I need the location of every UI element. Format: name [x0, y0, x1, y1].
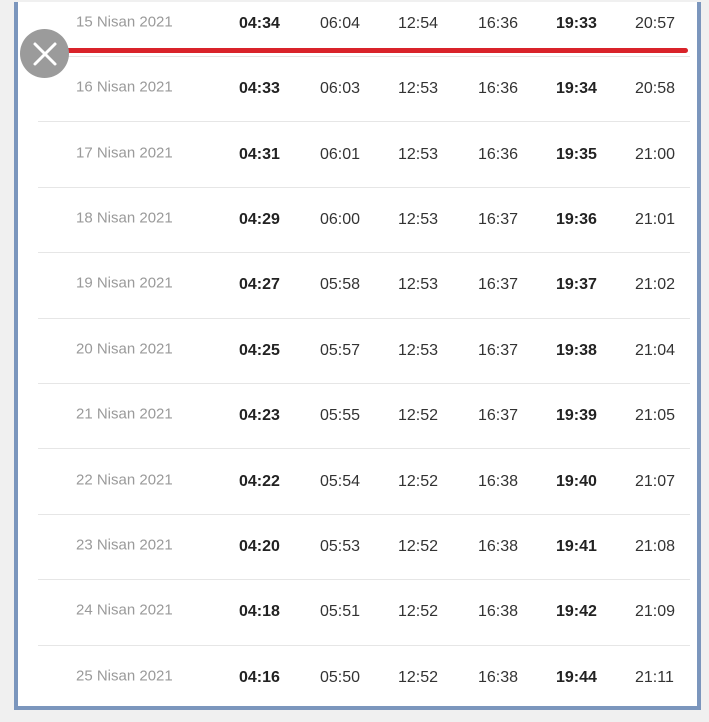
noon-time: 12:53: [398, 145, 439, 163]
noon-time: 12:52: [398, 472, 439, 490]
sunrise-time: 06:03: [320, 80, 361, 98]
afternoon-time: 16:37: [478, 276, 519, 294]
date-cell: 15 Nisan 2021: [76, 13, 173, 31]
imsak-time: 04:27: [239, 276, 280, 294]
prayer-times-frame: 15 Nisan 2021 04:34 06:04 12:54 16:36 19…: [14, 2, 701, 710]
night-time: 20:58: [635, 80, 676, 98]
imsak-time: 04:29: [239, 210, 280, 228]
evening-time: 19:42: [556, 603, 597, 621]
evening-time: 19:44: [556, 669, 597, 687]
afternoon-time: 16:38: [478, 472, 519, 490]
close-icon: [33, 42, 56, 65]
date-cell: 20 Nisan 2021: [76, 340, 173, 358]
sunrise-time: 06:01: [320, 145, 361, 163]
noon-time: 12:54: [398, 15, 439, 32]
evening-time: 19:33: [556, 15, 597, 32]
afternoon-time: 16:36: [478, 15, 519, 32]
close-button[interactable]: [20, 29, 69, 78]
sunrise-time: 05:53: [320, 537, 361, 555]
evening-time: 19:37: [556, 276, 597, 294]
imsak-time: 04:20: [239, 537, 280, 555]
sunrise-time: 06:00: [320, 210, 361, 228]
table-row: 18 Nisan 2021 04:29 06:00 12:53 16:37 19…: [38, 188, 690, 254]
sunrise-time: 05:57: [320, 341, 361, 359]
sunrise-time: 05:54: [320, 472, 361, 490]
noon-time: 12:53: [398, 341, 439, 359]
date-cell: 19 Nisan 2021: [76, 274, 173, 292]
evening-time: 19:35: [556, 145, 597, 163]
evening-time: 19:36: [556, 210, 597, 228]
date-cell: 18 Nisan 2021: [76, 209, 173, 227]
sunrise-time: 06:04: [320, 15, 361, 32]
afternoon-time: 16:37: [478, 407, 519, 425]
table-row: 24 Nisan 2021 04:18 05:51 12:52 16:38 19…: [38, 580, 690, 646]
date-cell: 24 Nisan 2021: [76, 601, 173, 619]
night-time: 21:01: [635, 210, 676, 228]
noon-time: 12:52: [398, 407, 439, 425]
sunrise-time: 05:51: [320, 603, 361, 621]
night-time: 21:09: [635, 603, 676, 621]
night-time: 21:11: [635, 669, 674, 687]
noon-time: 12:53: [398, 276, 439, 294]
afternoon-time: 16:38: [478, 603, 519, 621]
date-cell: 22 Nisan 2021: [76, 471, 173, 489]
date-cell: 16 Nisan 2021: [76, 78, 173, 96]
today-highlight-line: [50, 48, 688, 53]
table-row: 23 Nisan 2021 04:20 05:53 12:52 16:38 19…: [38, 515, 690, 581]
table-row: 22 Nisan 2021 04:22 05:54 12:52 16:38 19…: [38, 449, 690, 515]
table-row: 17 Nisan 2021 04:31 06:01 12:53 16:36 19…: [38, 122, 690, 188]
date-cell: 21 Nisan 2021: [76, 405, 173, 423]
noon-time: 12:52: [398, 669, 439, 687]
date-cell: 25 Nisan 2021: [76, 667, 173, 685]
night-time: 21:08: [635, 537, 676, 555]
table-row: 16 Nisan 2021 04:33 06:03 12:53 16:36 19…: [38, 57, 690, 123]
sunrise-time: 05:55: [320, 407, 361, 425]
imsak-time: 04:23: [239, 407, 280, 425]
imsak-time: 04:31: [239, 145, 280, 163]
evening-time: 19:41: [556, 537, 597, 555]
table-row: 20 Nisan 2021 04:25 05:57 12:53 16:37 19…: [38, 319, 690, 384]
imsak-time: 04:25: [239, 341, 280, 359]
sunrise-time: 05:50: [320, 669, 361, 687]
afternoon-time: 16:38: [478, 669, 519, 687]
table-row: 21 Nisan 2021 04:23 05:55 12:52 16:37 19…: [38, 384, 690, 450]
night-time: 21:05: [635, 407, 676, 425]
afternoon-time: 16:38: [478, 537, 519, 555]
night-time: 21:00: [635, 145, 676, 163]
date-cell: 17 Nisan 2021: [76, 144, 173, 162]
imsak-time: 04:16: [239, 669, 280, 687]
imsak-time: 04:34: [239, 15, 280, 32]
imsak-time: 04:22: [239, 472, 280, 490]
prayer-times-table: 15 Nisan 2021 04:34 06:04 12:54 16:36 19…: [38, 2, 690, 711]
night-time: 21:02: [635, 276, 676, 294]
noon-time: 12:53: [398, 80, 439, 98]
sunrise-time: 05:58: [320, 276, 361, 294]
afternoon-time: 16:36: [478, 80, 519, 98]
date-cell: 23 Nisan 2021: [76, 536, 173, 554]
evening-time: 19:38: [556, 341, 597, 359]
night-time: 20:57: [635, 15, 676, 32]
imsak-time: 04:33: [239, 80, 280, 98]
table-row: 25 Nisan 2021 04:16 05:50 12:52 16:38 19…: [38, 646, 690, 711]
noon-time: 12:52: [398, 537, 439, 555]
imsak-time: 04:18: [239, 603, 280, 621]
afternoon-time: 16:36: [478, 145, 519, 163]
evening-time: 19:40: [556, 472, 597, 490]
night-time: 21:07: [635, 472, 676, 490]
noon-time: 12:53: [398, 210, 439, 228]
afternoon-time: 16:37: [478, 341, 519, 359]
evening-time: 19:39: [556, 407, 597, 425]
afternoon-time: 16:37: [478, 210, 519, 228]
evening-time: 19:34: [556, 80, 597, 98]
night-time: 21:04: [635, 341, 676, 359]
noon-time: 12:52: [398, 603, 439, 621]
table-row: 19 Nisan 2021 04:27 05:58 12:53 16:37 19…: [38, 253, 690, 319]
